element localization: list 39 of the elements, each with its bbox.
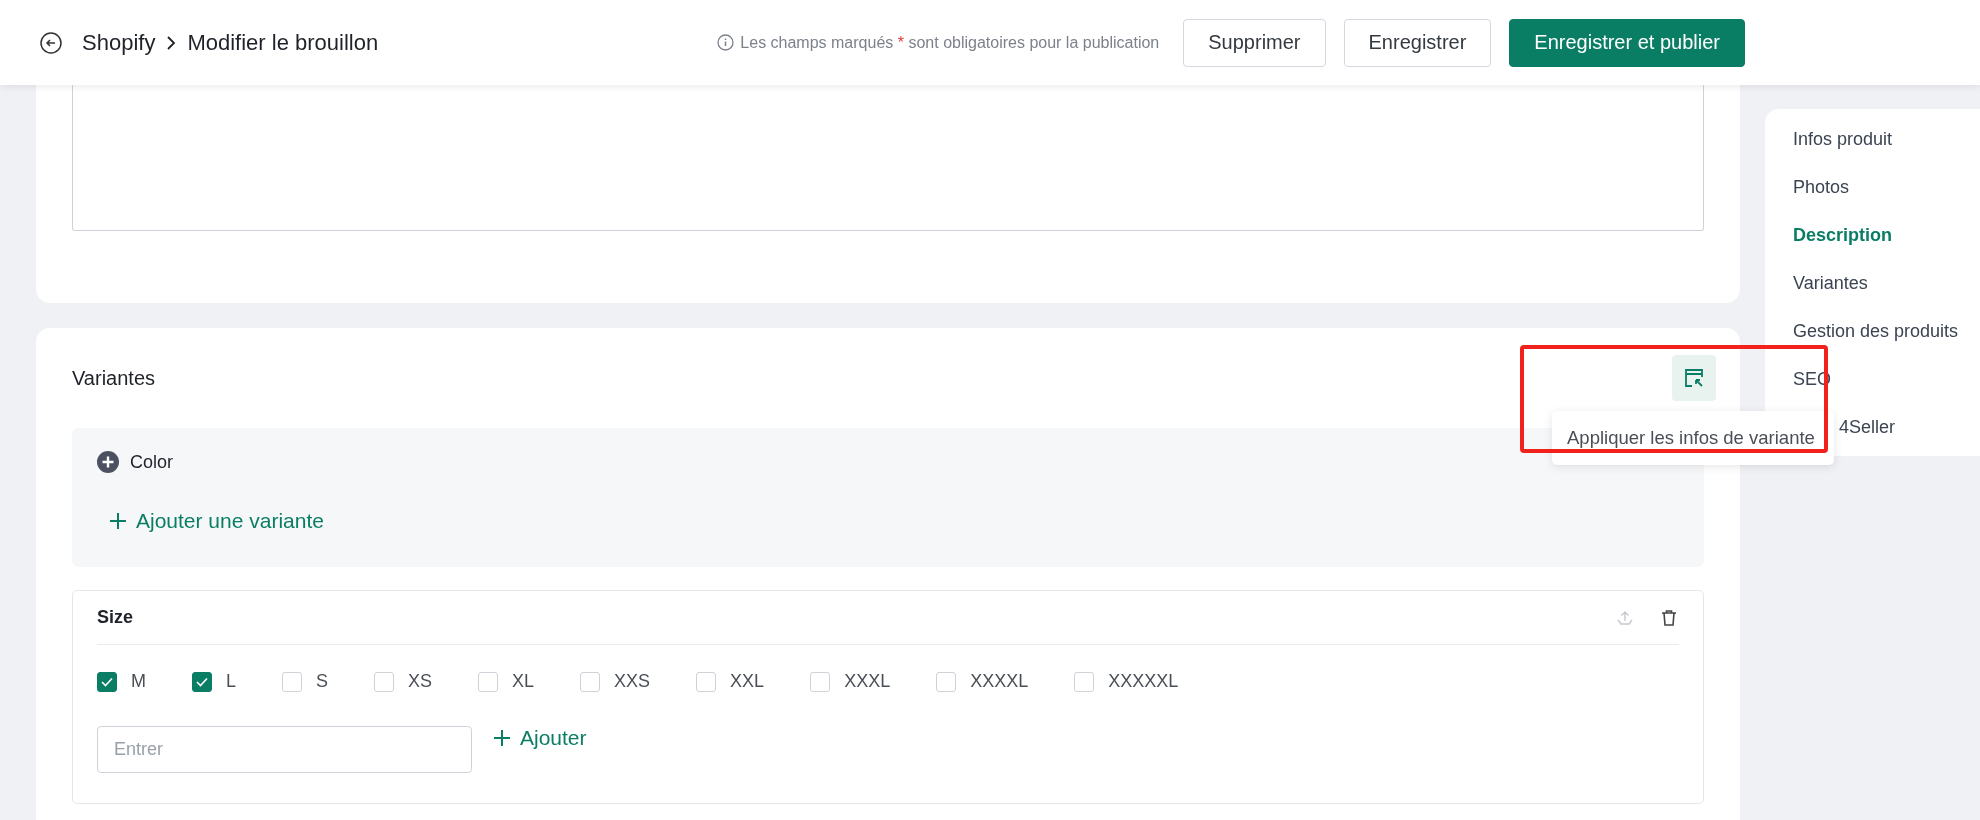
expand-icon[interactable] xyxy=(96,450,120,474)
back-icon[interactable] xyxy=(40,31,62,54)
checkbox-label: XXL xyxy=(730,671,765,692)
plus-icon xyxy=(492,728,512,748)
section-title: Variantes xyxy=(72,366,155,390)
action-button[interactable]: Supprimer xyxy=(1183,18,1326,67)
window-arrow-icon xyxy=(1683,367,1705,389)
breadcrumb-text[interactable]: Shopify xyxy=(82,29,156,56)
checkbox-label: L xyxy=(226,671,236,692)
breadcrumb-text: Modifier le brouillon xyxy=(187,29,379,56)
nav-item[interactable]: Photos xyxy=(1793,163,1980,211)
add-variant-link[interactable]: Ajouter une variante xyxy=(108,509,324,533)
nav-item[interactable]: Infos produit xyxy=(1793,115,1980,163)
option-name: Size xyxy=(97,607,134,628)
checkbox-label: XXXXL xyxy=(970,671,1029,692)
description-textarea[interactable] xyxy=(72,85,1704,231)
checkbox-label: XS xyxy=(408,671,433,692)
checkbox-label: S xyxy=(316,671,329,692)
option-name: Color xyxy=(130,451,173,473)
publish-button[interactable]: Enregistrer et publier xyxy=(1509,18,1745,67)
plus-icon xyxy=(108,511,128,531)
checkbox-label: XL xyxy=(512,671,535,692)
checkbox[interactable] xyxy=(192,671,212,692)
add-value-link[interactable]: Ajouter xyxy=(492,726,587,750)
checkbox-label: XXXL xyxy=(844,671,891,692)
action-button[interactable]: Enregistrer xyxy=(1343,18,1492,67)
checkbox-label: XXS xyxy=(614,671,651,692)
checkbox-label: M xyxy=(131,671,146,692)
apply-button[interactable] xyxy=(1672,355,1716,401)
required-fields-notice: Les champs marqués * sont obligatoires pour la publication xyxy=(740,33,1160,52)
nav-item[interactable]: Gestion des produits xyxy=(1793,307,1980,355)
value-input-field[interactable]: Entrer xyxy=(97,726,472,773)
nav-item[interactable]: Description xyxy=(1793,211,1980,259)
trash-icon[interactable] xyxy=(1659,607,1679,628)
tooltip: Appliquer les infos de variante xyxy=(1552,411,1834,465)
nav-item[interactable]: Variantes xyxy=(1793,259,1980,307)
checkbox[interactable] xyxy=(97,671,117,692)
checkbox-label: XXXXXL xyxy=(1108,671,1179,692)
info-icon xyxy=(717,34,735,51)
